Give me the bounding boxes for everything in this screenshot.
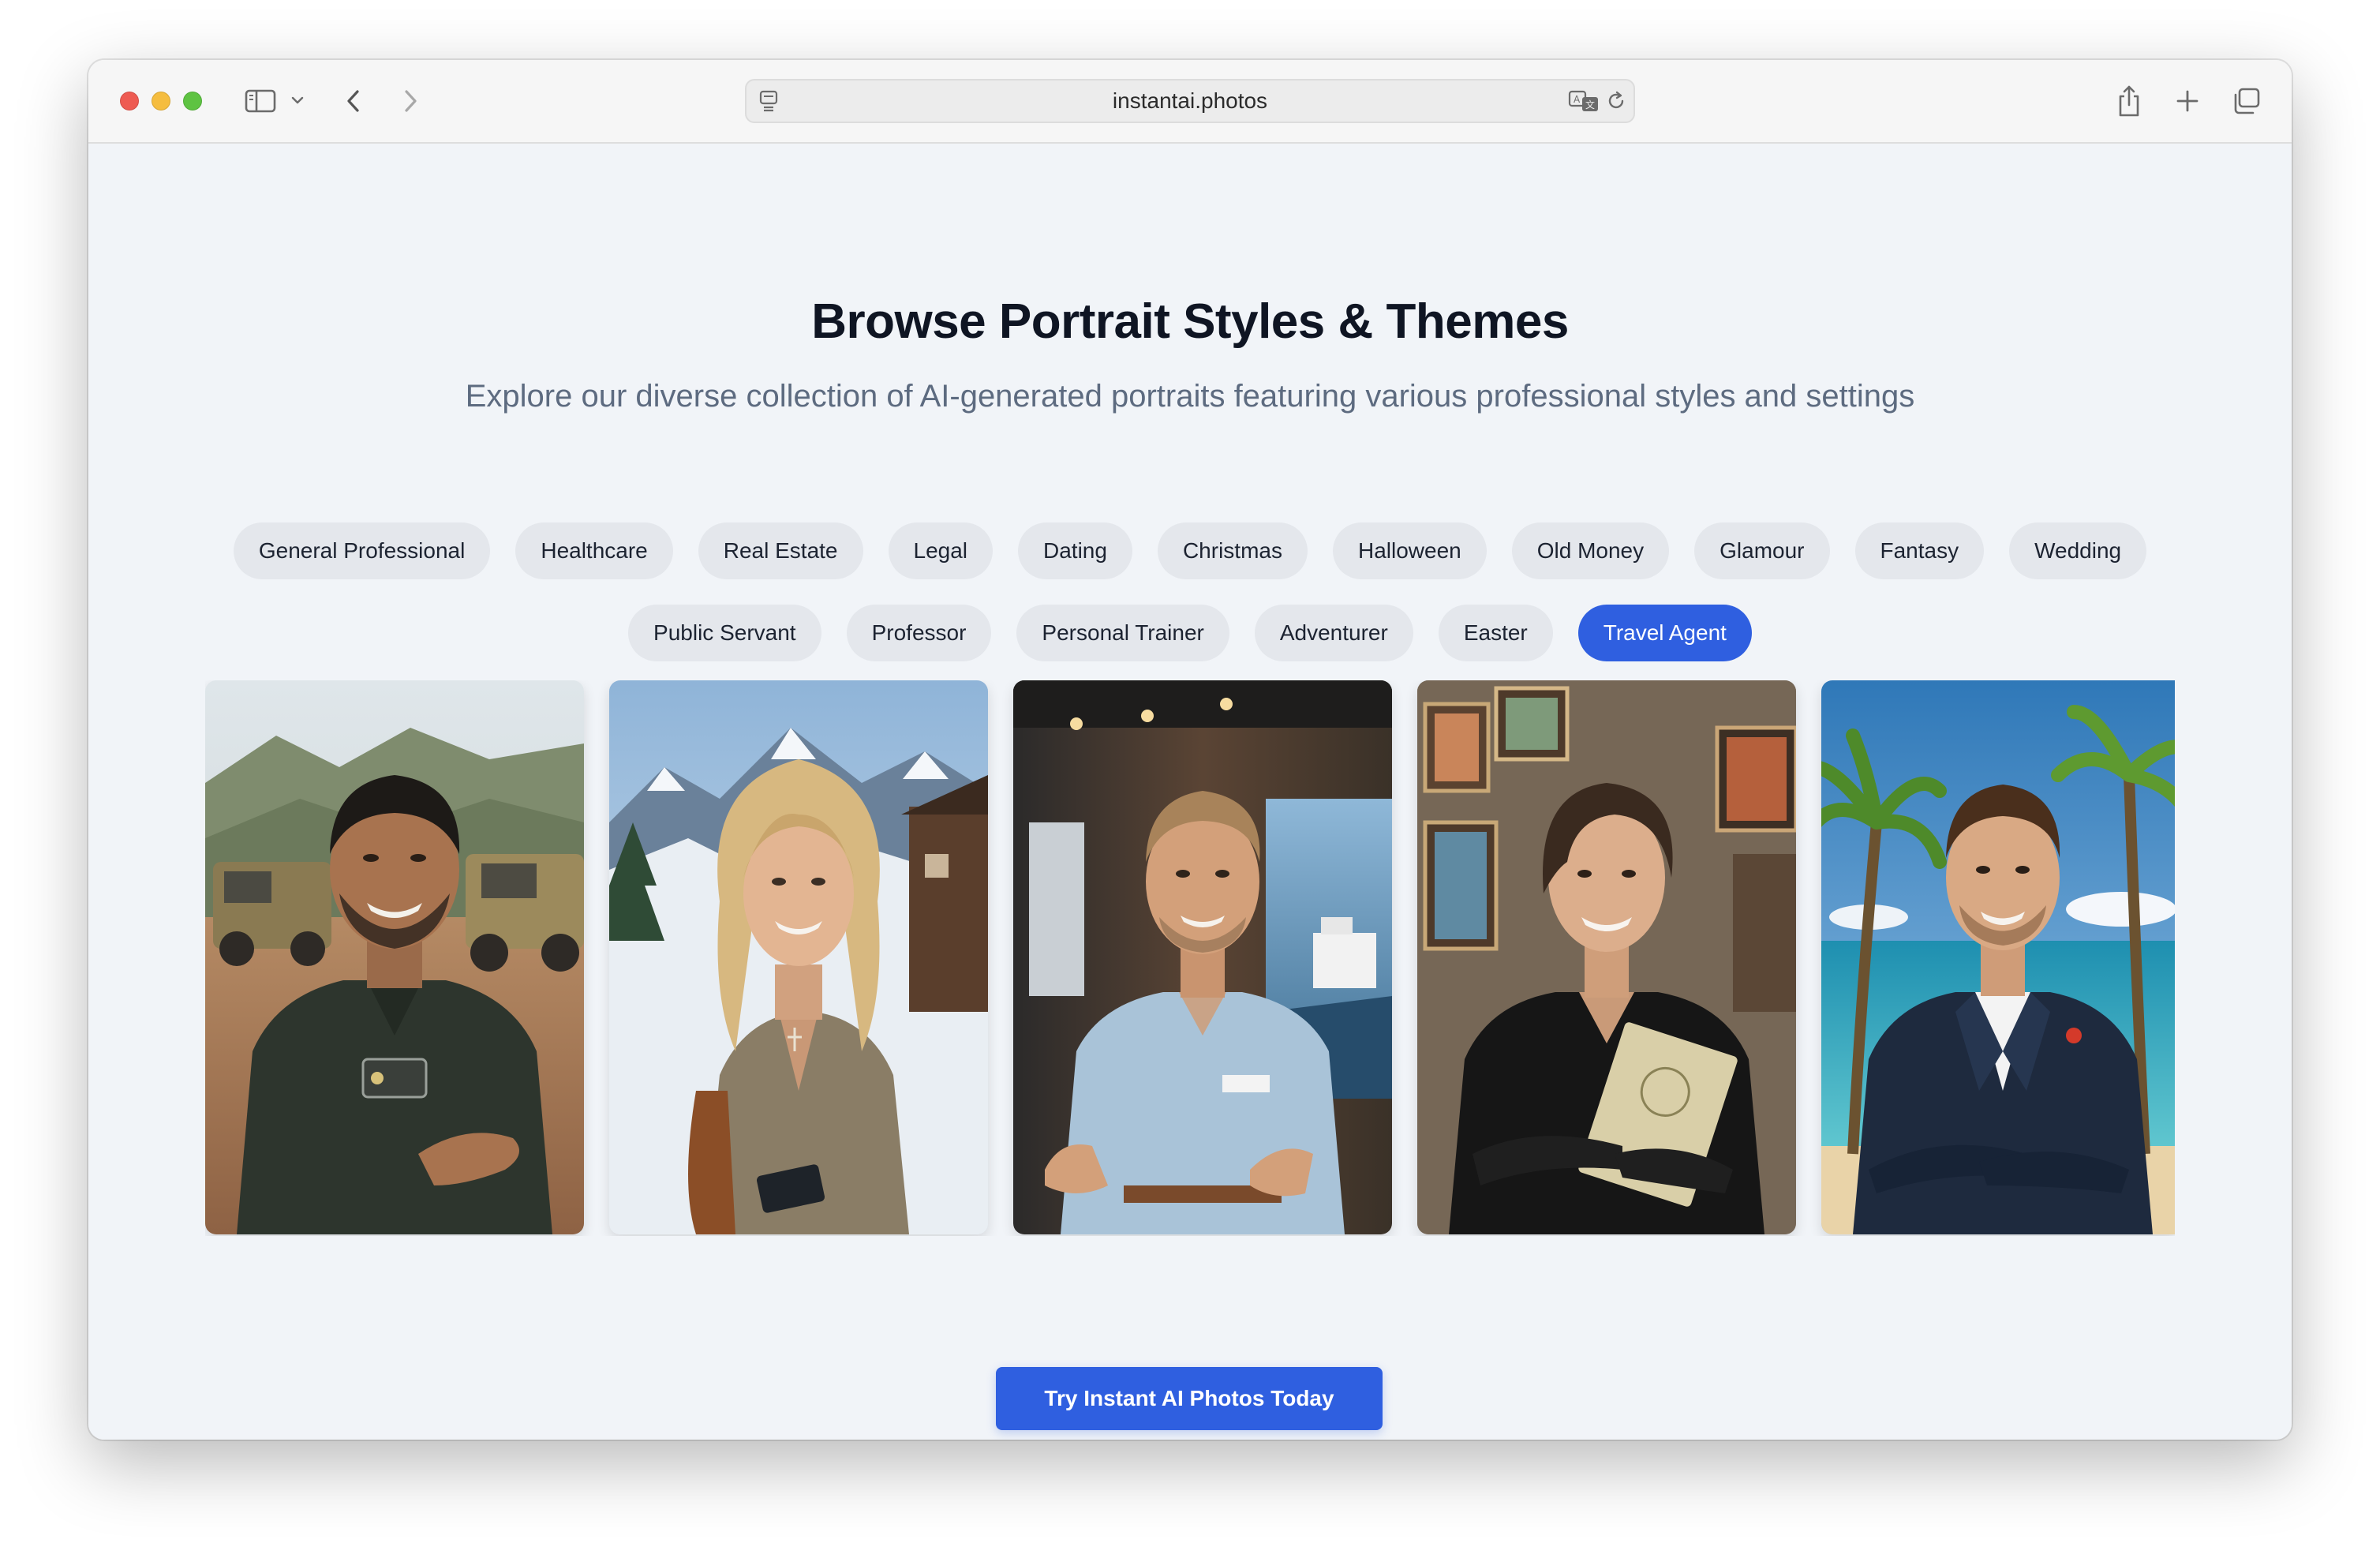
share-icon[interactable] [2113, 82, 2145, 120]
category-chip-adventurer[interactable]: Adventurer [1254, 605, 1413, 661]
category-chip-halloween[interactable]: Halloween [1332, 522, 1487, 579]
close-window-button[interactable] [120, 92, 139, 110]
browser-window: instantai.photos A 文 Browse Portrait Sty… [88, 60, 2292, 1440]
category-chip-old-money[interactable]: Old Money [1511, 522, 1670, 579]
category-chip-glamour[interactable]: Glamour [1694, 522, 1830, 579]
try-instant-ai-photos-button[interactable]: Try Instant AI Photos Today [996, 1367, 1383, 1430]
category-chip-christmas[interactable]: Christmas [1157, 522, 1308, 579]
category-chip-travel-agent[interactable]: Travel Agent [1577, 605, 1752, 661]
forward-arrow-icon[interactable] [396, 84, 425, 118]
portrait-photo[interactable] [1013, 680, 1392, 1234]
portrait-photo[interactable] [609, 680, 988, 1234]
reload-icon[interactable] [1604, 88, 1629, 114]
sidebar-toggle-icon[interactable] [243, 87, 278, 115]
category-chip-fantasy[interactable]: Fantasy [1854, 522, 1985, 579]
zoom-window-button[interactable] [183, 92, 202, 110]
category-chip-personal-trainer[interactable]: Personal Trainer [1016, 605, 1229, 661]
category-chip-healthcare[interactable]: Healthcare [515, 522, 673, 579]
page-content: Browse Portrait Styles & Themes Explore … [88, 144, 2292, 1440]
svg-text:文: 文 [1585, 99, 1595, 110]
browser-toolbar: instantai.photos A 文 [88, 60, 2292, 144]
new-tab-plus-icon[interactable] [2172, 85, 2203, 117]
category-chip-professor[interactable]: Professor [846, 605, 992, 661]
category-filter-row: General Professional Healthcare Real Est… [88, 522, 2292, 579]
svg-text:A: A [1574, 94, 1581, 105]
category-filter-row: Public Servant Professor Personal Traine… [88, 605, 2292, 661]
category-chip-legal[interactable]: Legal [888, 522, 994, 579]
portrait-photo[interactable] [1417, 680, 1796, 1234]
category-chip-general-professional[interactable]: General Professional [233, 522, 491, 579]
category-chip-real-estate[interactable]: Real Estate [698, 522, 863, 579]
category-chip-public-servant[interactable]: Public Servant [628, 605, 821, 661]
category-chip-wedding[interactable]: Wedding [2009, 522, 2147, 579]
page-subtitle: Explore our diverse collection of AI-gen… [465, 379, 1915, 414]
tab-overview-icon[interactable] [2230, 85, 2263, 117]
translate-icon[interactable]: A 文 [1567, 88, 1600, 114]
portrait-photo[interactable] [1821, 680, 2175, 1234]
url-text[interactable]: instantai.photos [747, 81, 1633, 122]
portrait-gallery [205, 680, 2175, 1236]
address-bar[interactable]: instantai.photos A 文 [745, 79, 1635, 123]
back-arrow-icon[interactable] [339, 84, 368, 118]
chevron-down-icon[interactable] [289, 92, 306, 109]
minimize-window-button[interactable] [152, 92, 170, 110]
category-chip-easter[interactable]: Easter [1438, 605, 1553, 661]
portrait-photo[interactable] [205, 680, 584, 1234]
category-chip-dating[interactable]: Dating [1018, 522, 1132, 579]
page-title: Browse Portrait Styles & Themes [811, 294, 1569, 349]
